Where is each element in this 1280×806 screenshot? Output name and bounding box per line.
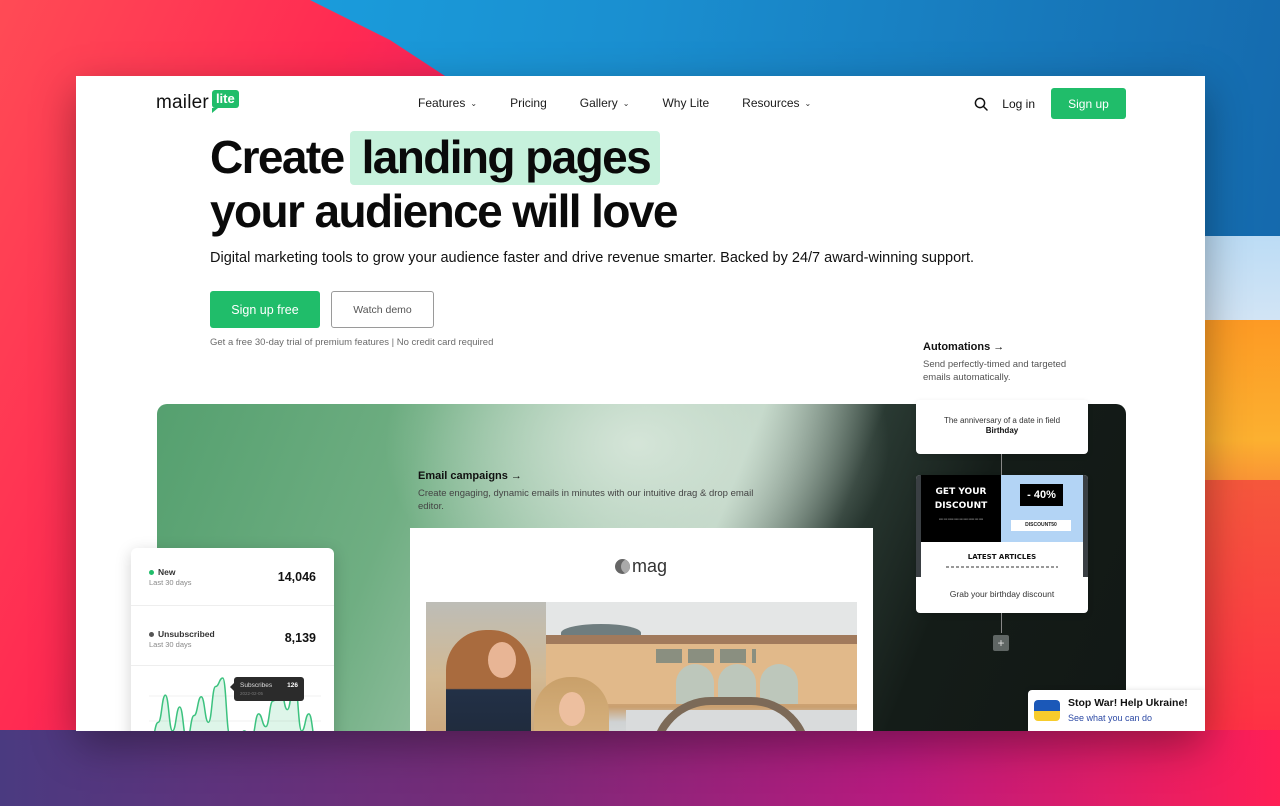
nav-item-features[interactable]: Features ⌄: [418, 96, 477, 110]
automation-trigger-card[interactable]: The anniversary of a date in field Birth…: [916, 400, 1088, 454]
ukraine-banner-link[interactable]: See what you can do: [1068, 713, 1152, 723]
discount-block: GET YOUR DISCOUNT ▪▪▪▪ ▪▪▪ ▪▪▪▪▪ ▪▪▪▪ ▪▪…: [921, 475, 1001, 542]
nav-item-label: Resources: [742, 96, 800, 110]
chevron-down-icon: ⌄: [622, 98, 630, 108]
tooltip-label: Subscribes: [240, 682, 273, 689]
logo-word: mailer: [156, 92, 209, 113]
nav-actions: Log in Sign up: [974, 88, 1126, 119]
nav-item-why-lite[interactable]: Why Lite: [662, 96, 709, 110]
flow-connector: [1001, 454, 1002, 476]
mag-brand: mag: [615, 556, 667, 577]
desktop-wallpaper-purple: [0, 730, 1280, 806]
email-hero-photo: [426, 602, 857, 731]
tooltip-value: 126: [287, 682, 298, 689]
email-campaigns-description: Create engaging, dynamic emails in minut…: [418, 488, 754, 512]
stat-period: Last 30 days: [149, 578, 192, 587]
flow-connector: [1001, 613, 1002, 633]
stat-value: 8,139: [284, 631, 316, 645]
logo-badge: lite: [211, 90, 239, 113]
nav-links: Features ⌄ Pricing Gallery ⌄ Why Lite Re…: [418, 96, 844, 110]
articles-text-placeholder: [946, 566, 1058, 568]
hero-title-line-1: Create landing pages: [210, 130, 677, 185]
photo-face: [488, 642, 516, 678]
automation-email-node[interactable]: GET YOUR DISCOUNT ▪▪▪▪ ▪▪▪ ▪▪▪▪▪ ▪▪▪▪ ▪▪…: [916, 475, 1088, 613]
chevron-down-icon: ⌄: [804, 98, 812, 108]
discount-headline: GET YOUR DISCOUNT: [921, 485, 1001, 513]
automations-link[interactable]: Automations →: [923, 341, 1004, 353]
ukraine-banner-title: Stop War! Help Ukraine!: [1068, 697, 1188, 709]
headline-line: GET YOUR: [935, 487, 987, 497]
status-dot: [149, 632, 154, 637]
flag-yellow-stripe: [1034, 710, 1060, 721]
nav-item-label: Why Lite: [662, 96, 710, 110]
headline-line: DISCOUNT: [934, 501, 988, 511]
node-side-bar: [1083, 475, 1088, 577]
mag-logo-icon: [615, 559, 630, 574]
discount-fine-print: ▪▪▪▪ ▪▪▪ ▪▪▪▪▪ ▪▪▪▪ ▪▪▪ ▪▪▪▪ ▪▪▪▪▪ ▪▪▪ ▪…: [939, 517, 983, 521]
hero-title-highlight: landing pages: [349, 131, 661, 185]
trial-note: Get a free 30-day trial of premium featu…: [210, 337, 494, 348]
discount-offer-block: - 40% DISCOUNT50: [1001, 475, 1083, 542]
ukraine-banner[interactable]: Stop War! Help Ukraine! See what you can…: [1028, 690, 1205, 731]
status-dot: [149, 570, 154, 575]
mag-brand-name: mag: [632, 556, 668, 576]
stat-label: Unsubscribed: [158, 629, 215, 639]
subscriber-stats-card: New Last 30 days 14,046 Unsubscribed Las…: [131, 548, 334, 731]
email-campaigns-link[interactable]: Email campaigns →: [418, 470, 522, 482]
stat-row-new: New Last 30 days 14,046: [131, 548, 334, 606]
nav-item-pricing[interactable]: Pricing: [510, 96, 547, 110]
signup-button[interactable]: Sign up: [1051, 88, 1126, 119]
mailerlite-logo[interactable]: mailer lite: [156, 90, 239, 114]
discount-code: DISCOUNT50: [1011, 520, 1071, 531]
add-step-button[interactable]: +: [993, 635, 1009, 651]
stat-row-unsubscribed: Unsubscribed Last 30 days 8,139: [131, 606, 334, 666]
desktop-wallpaper-red: [1205, 480, 1280, 740]
trigger-field: Birthday: [985, 426, 1019, 435]
ukraine-flag-icon: [1034, 700, 1060, 721]
login-link[interactable]: Log in: [1002, 97, 1035, 111]
automations-description: Send perfectly-timed and targeted emails…: [923, 359, 1067, 383]
signup-free-button[interactable]: Sign up free: [210, 291, 320, 328]
stat-value: 14,046: [277, 570, 316, 584]
stat-period: Last 30 days: [149, 640, 192, 649]
browser-window: mailer lite Features ⌄ Pricing Gallery ⌄…: [76, 76, 1205, 731]
hero-subtitle: Digital marketing tools to grow your aud…: [210, 250, 975, 266]
discount-percent: - 40%: [1020, 484, 1063, 506]
chevron-down-icon: ⌄: [470, 98, 478, 108]
nav-item-resources[interactable]: Resources ⌄: [742, 96, 811, 110]
nav-item-label: Gallery: [579, 96, 618, 110]
email-preview-card: mag: [410, 528, 873, 731]
photo-bridge-windows: [656, 649, 756, 663]
latest-articles-heading: LATEST ARTICLES: [967, 553, 1037, 561]
top-navigation: mailer lite Features ⌄ Pricing Gallery ⌄…: [76, 76, 1205, 132]
hero-title-create: Create: [210, 131, 345, 183]
watch-demo-button[interactable]: Watch demo: [331, 291, 434, 328]
chart-tooltip: Subscribes 2022-02-05 126: [230, 677, 304, 701]
stat-label: New: [158, 567, 176, 577]
hero-title: Create landing pages your audience will l…: [210, 130, 678, 238]
hero-cta-row: Sign up free Watch demo: [210, 291, 434, 328]
email-node-caption: Grab your birthday discount: [949, 589, 1055, 599]
photo-face: [559, 692, 585, 726]
nav-item-gallery[interactable]: Gallery ⌄: [580, 96, 630, 110]
trigger-text: The anniversary of a date in field: [943, 416, 1061, 425]
flag-blue-stripe: [1034, 700, 1060, 711]
photo-person: [446, 630, 531, 731]
nav-item-label: Pricing: [510, 96, 547, 110]
hero-title-line-2: your audience will love: [210, 185, 678, 237]
tooltip-date: 2022-02-05: [240, 691, 264, 696]
search-icon[interactable]: [974, 97, 989, 111]
nav-item-label: Features: [418, 96, 466, 110]
